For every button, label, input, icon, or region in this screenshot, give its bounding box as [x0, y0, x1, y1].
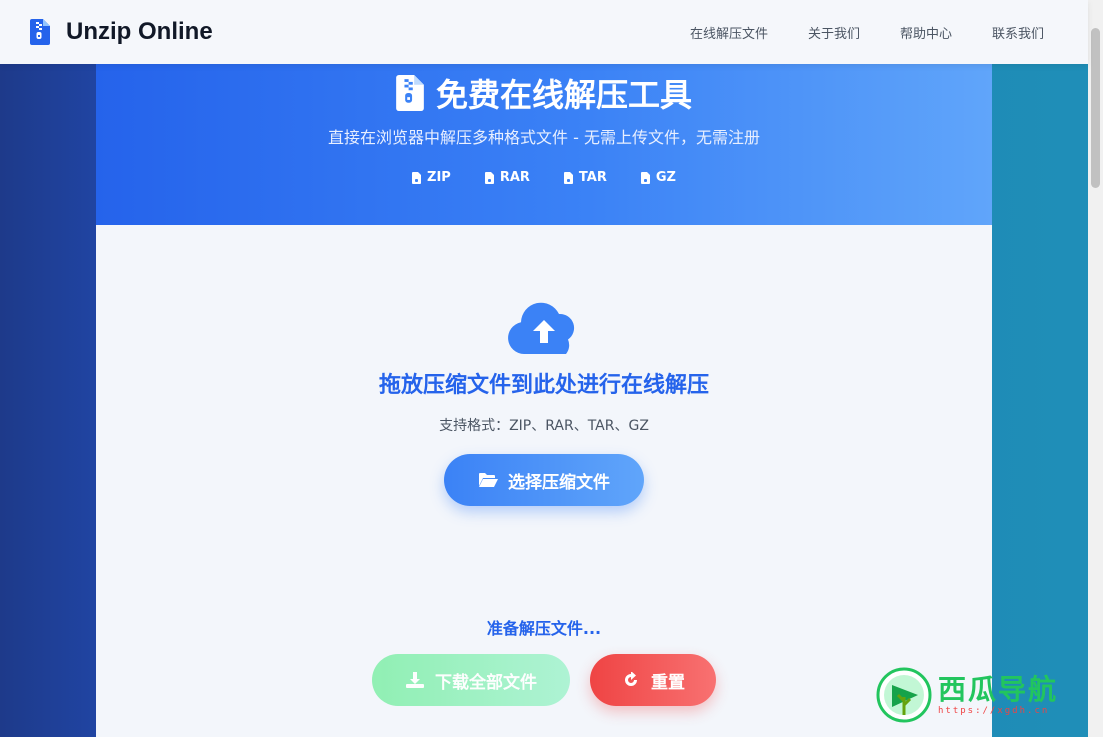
page-scrollbar[interactable] — [1088, 0, 1103, 737]
file-zipper-icon — [563, 171, 573, 184]
brand-name: Unzip Online — [66, 18, 213, 45]
hero-banner: 免费在线解压工具 直接在浏览器中解压多种格式文件 - 无需上传文件，无需注册 Z… — [96, 40, 992, 225]
format-zip-label: ZIP — [427, 170, 451, 185]
watermark-text: 西瓜导航 https://xgdh.cn — [938, 673, 1059, 717]
drop-zone[interactable]: 拖放压缩文件到此处进行在线解压 支持格式：ZIP、RAR、TAR、GZ 选择压缩… — [96, 225, 992, 737]
drop-title: 拖放压缩文件到此处进行在线解压 — [378, 373, 709, 398]
select-file-button[interactable]: 选择压缩文件 — [444, 454, 644, 506]
nav-link-help[interactable]: 帮助中心 — [900, 23, 952, 42]
format-list: ZIP RAR TAR GZ — [96, 170, 992, 185]
format-zip: ZIP — [412, 170, 451, 185]
nav-link-unzip[interactable]: 在线解压文件 — [690, 23, 768, 42]
folder-open-icon — [479, 473, 498, 487]
nav-links: 在线解压文件 关于我们 帮助中心 联系我们 — [690, 23, 1044, 42]
select-file-label: 选择压缩文件 — [508, 472, 610, 493]
format-tar: TAR — [563, 170, 607, 185]
format-tar-label: TAR — [578, 170, 607, 185]
top-navbar: Unzip Online 在线解压文件 关于我们 帮助中心 联系我们 — [0, 0, 1088, 64]
file-zipper-icon — [484, 171, 494, 184]
supported-formats-hint: 支持格式：ZIP、RAR、TAR、GZ — [439, 418, 649, 434]
file-zipper-icon — [412, 171, 422, 184]
rotate-right-icon — [625, 672, 637, 686]
watermark-url: https://xgdh.cn — [938, 706, 1050, 716]
hero-title-text: 免费在线解压工具 — [435, 76, 692, 114]
format-rar-label: RAR — [499, 170, 530, 185]
watermelon-logo-icon — [876, 667, 932, 723]
format-rar: RAR — [484, 170, 530, 185]
download-icon — [406, 672, 424, 688]
nav-link-contact[interactable]: 联系我们 — [992, 23, 1044, 42]
reset-button[interactable]: 重置 — [590, 654, 716, 706]
brand[interactable]: Unzip Online — [30, 18, 213, 46]
download-all-button[interactable]: 下载全部文件 — [372, 654, 570, 706]
watermark: 西瓜导航 https://xgdh.cn — [876, 665, 1086, 725]
file-zipper-icon — [396, 75, 424, 111]
file-zipper-icon — [30, 19, 50, 45]
format-gz-label: GZ — [655, 170, 676, 185]
status-text: 准备解压文件... — [486, 619, 602, 638]
download-all-label: 下载全部文件 — [435, 672, 537, 693]
file-zipper-icon — [640, 171, 650, 184]
watermark-title: 西瓜导航 — [938, 673, 1059, 706]
format-gz: GZ — [640, 170, 676, 185]
main-card: 免费在线解压工具 直接在浏览器中解压多种格式文件 - 无需上传文件，无需注册 Z… — [96, 40, 992, 737]
cloud-upload-icon — [508, 302, 575, 354]
hero-title: 免费在线解压工具 — [96, 70, 992, 116]
reset-label: 重置 — [651, 672, 685, 693]
nav-link-about[interactable]: 关于我们 — [808, 23, 860, 42]
scroll-thumb[interactable] — [1091, 28, 1100, 188]
hero-subtitle: 直接在浏览器中解压多种格式文件 - 无需上传文件，无需注册 — [328, 128, 760, 147]
